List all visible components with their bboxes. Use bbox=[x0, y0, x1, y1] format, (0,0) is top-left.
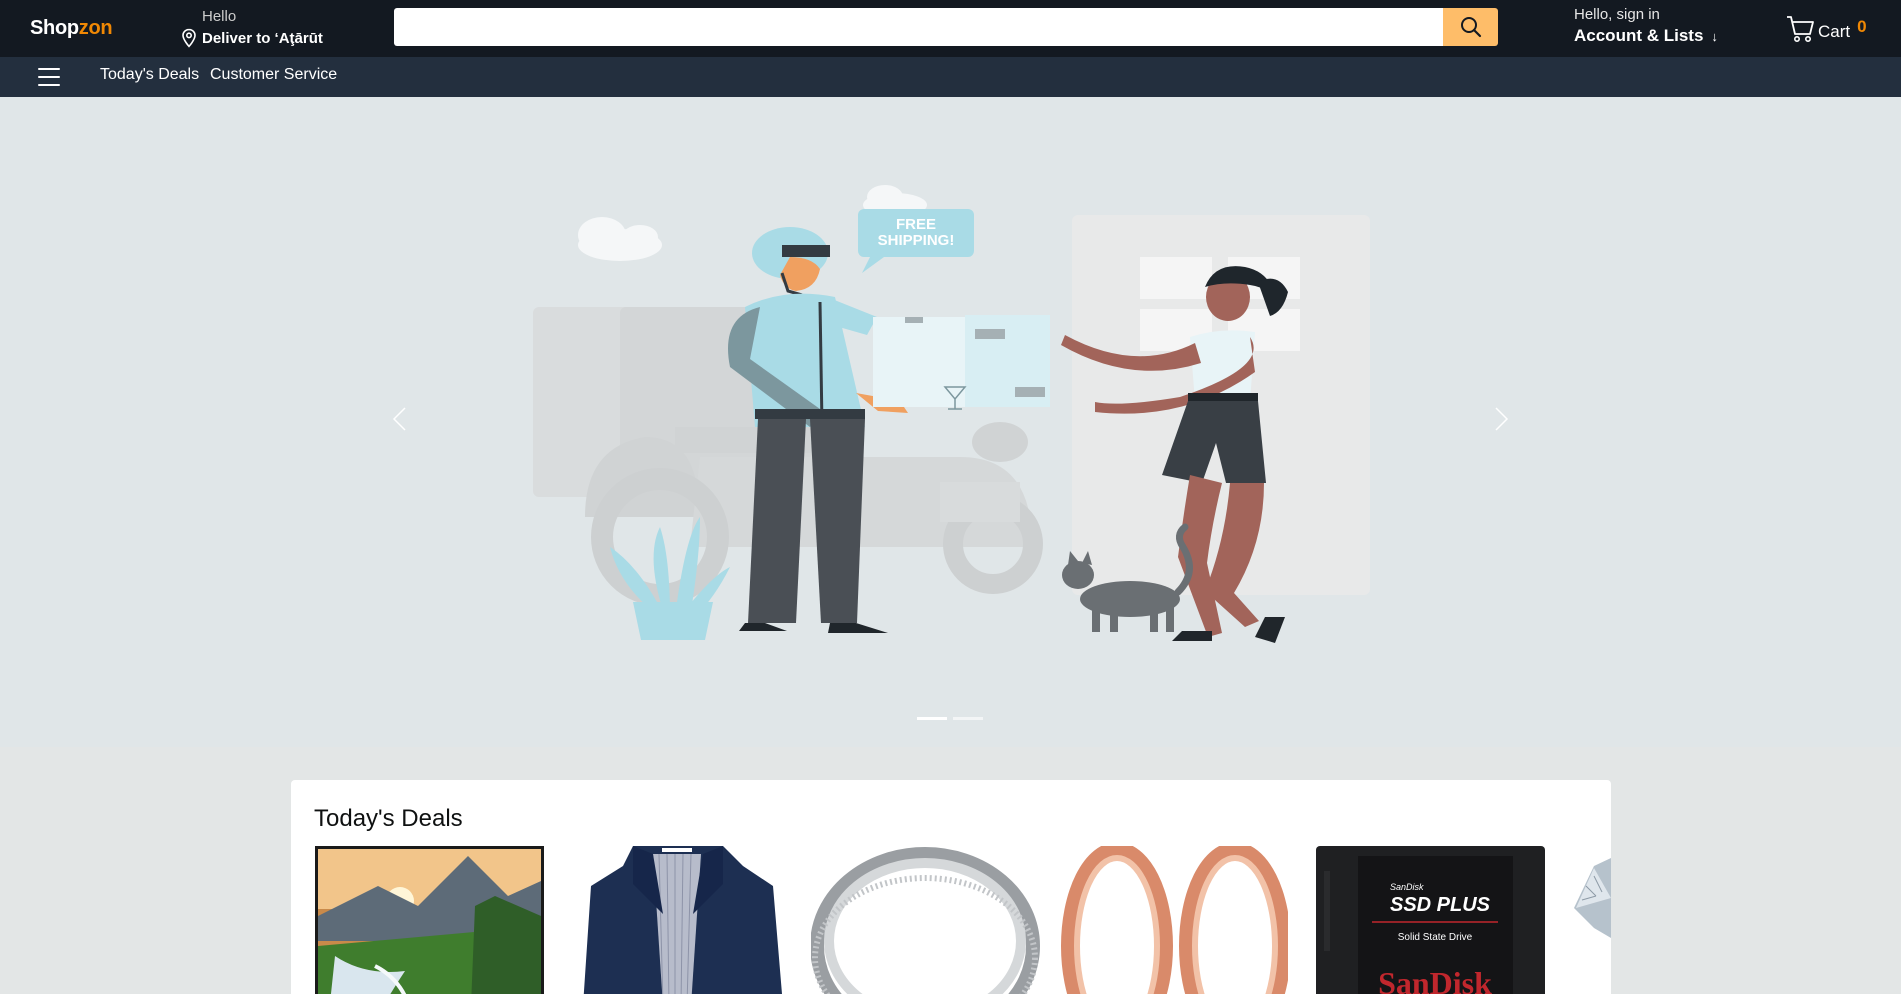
search-input[interactable] bbox=[394, 8, 1443, 46]
top-header: Shopzon Hello Deliver to ‘Aţārūt Hello, … bbox=[0, 0, 1901, 57]
account-lists-label: Account & Lists bbox=[1574, 26, 1704, 45]
product-tile-silver-ring[interactable] bbox=[811, 846, 1040, 994]
deliver-to-location[interactable]: Hello Deliver to ‘Aţārūt bbox=[180, 8, 330, 48]
menu-hamburger-icon[interactable] bbox=[38, 68, 60, 86]
product-tile-tv[interactable] bbox=[315, 846, 544, 994]
nav-todays-deals[interactable]: Today's Deals bbox=[100, 66, 199, 84]
ssd-brand-big: SanDisk bbox=[1378, 965, 1492, 994]
cart-icon bbox=[1787, 16, 1814, 42]
product-image: SanDisk SSD PLUS Solid State Drive SanDi… bbox=[1316, 846, 1545, 994]
sub-navigation: Today's Deals Customer Service bbox=[0, 57, 1901, 97]
carousel-indicators bbox=[917, 717, 983, 720]
location-pin-icon bbox=[182, 28, 196, 48]
speech-bubble-line1: FREE bbox=[896, 216, 936, 233]
product-tile-rose-gold-rings[interactable] bbox=[1059, 846, 1288, 994]
speech-bubble-line2: SHIPPING! bbox=[878, 232, 955, 249]
search-icon bbox=[1460, 17, 1481, 38]
search-bar bbox=[394, 8, 1498, 46]
product-image bbox=[315, 846, 544, 994]
product-image bbox=[563, 846, 792, 994]
carousel-prev-chevron-icon[interactable] bbox=[385, 404, 415, 434]
deliver-location-text: Deliver to ‘Aţārūt bbox=[202, 29, 323, 47]
product-image bbox=[1564, 846, 1611, 994]
cart-button[interactable]: Cart 0 bbox=[1786, 14, 1867, 44]
ssd-brand-small: SanDisk bbox=[1390, 882, 1424, 892]
hero-carousel: FREE SHIPPING! bbox=[0, 97, 1901, 747]
cart-label: Cart bbox=[1818, 22, 1851, 41]
free-shipping-illustration: FREE SHIPPING! bbox=[533, 185, 1370, 643]
section-title: Today's Deals bbox=[314, 805, 463, 832]
product-image bbox=[811, 846, 1040, 994]
nav-customer-service[interactable]: Customer Service bbox=[210, 66, 337, 84]
carousel-dot[interactable] bbox=[953, 717, 983, 720]
product-tile-jacket[interactable] bbox=[563, 846, 792, 994]
deliver-hello-text: Hello bbox=[202, 8, 237, 25]
cart-count-badge: 0 bbox=[1857, 17, 1867, 36]
ssd-subtitle: Solid State Drive bbox=[1398, 932, 1473, 943]
account-menu[interactable]: Hello, sign in Account & Lists ↓ bbox=[1574, 6, 1718, 46]
arrow-down-icon: ↓ bbox=[1711, 28, 1718, 44]
todays-deals-section: Today's Deals SanDisk SSD PLUS Solid Sta… bbox=[291, 780, 1611, 994]
ssd-title: SSD PLUS bbox=[1390, 894, 1491, 916]
product-tile-ssd[interactable]: SanDisk SSD PLUS Solid State Drive SanDi… bbox=[1316, 846, 1545, 994]
logo-accent: zon bbox=[78, 17, 113, 39]
search-button[interactable] bbox=[1443, 8, 1498, 46]
carousel-next-chevron-icon[interactable] bbox=[1486, 404, 1516, 434]
product-tile-diamond-ring[interactable] bbox=[1564, 846, 1611, 994]
carousel-dot[interactable] bbox=[917, 717, 947, 720]
logo[interactable]: Shopzon bbox=[30, 17, 113, 40]
logo-main: Shop bbox=[30, 17, 79, 39]
account-greeting: Hello, sign in bbox=[1574, 6, 1660, 23]
product-image bbox=[1059, 846, 1288, 994]
